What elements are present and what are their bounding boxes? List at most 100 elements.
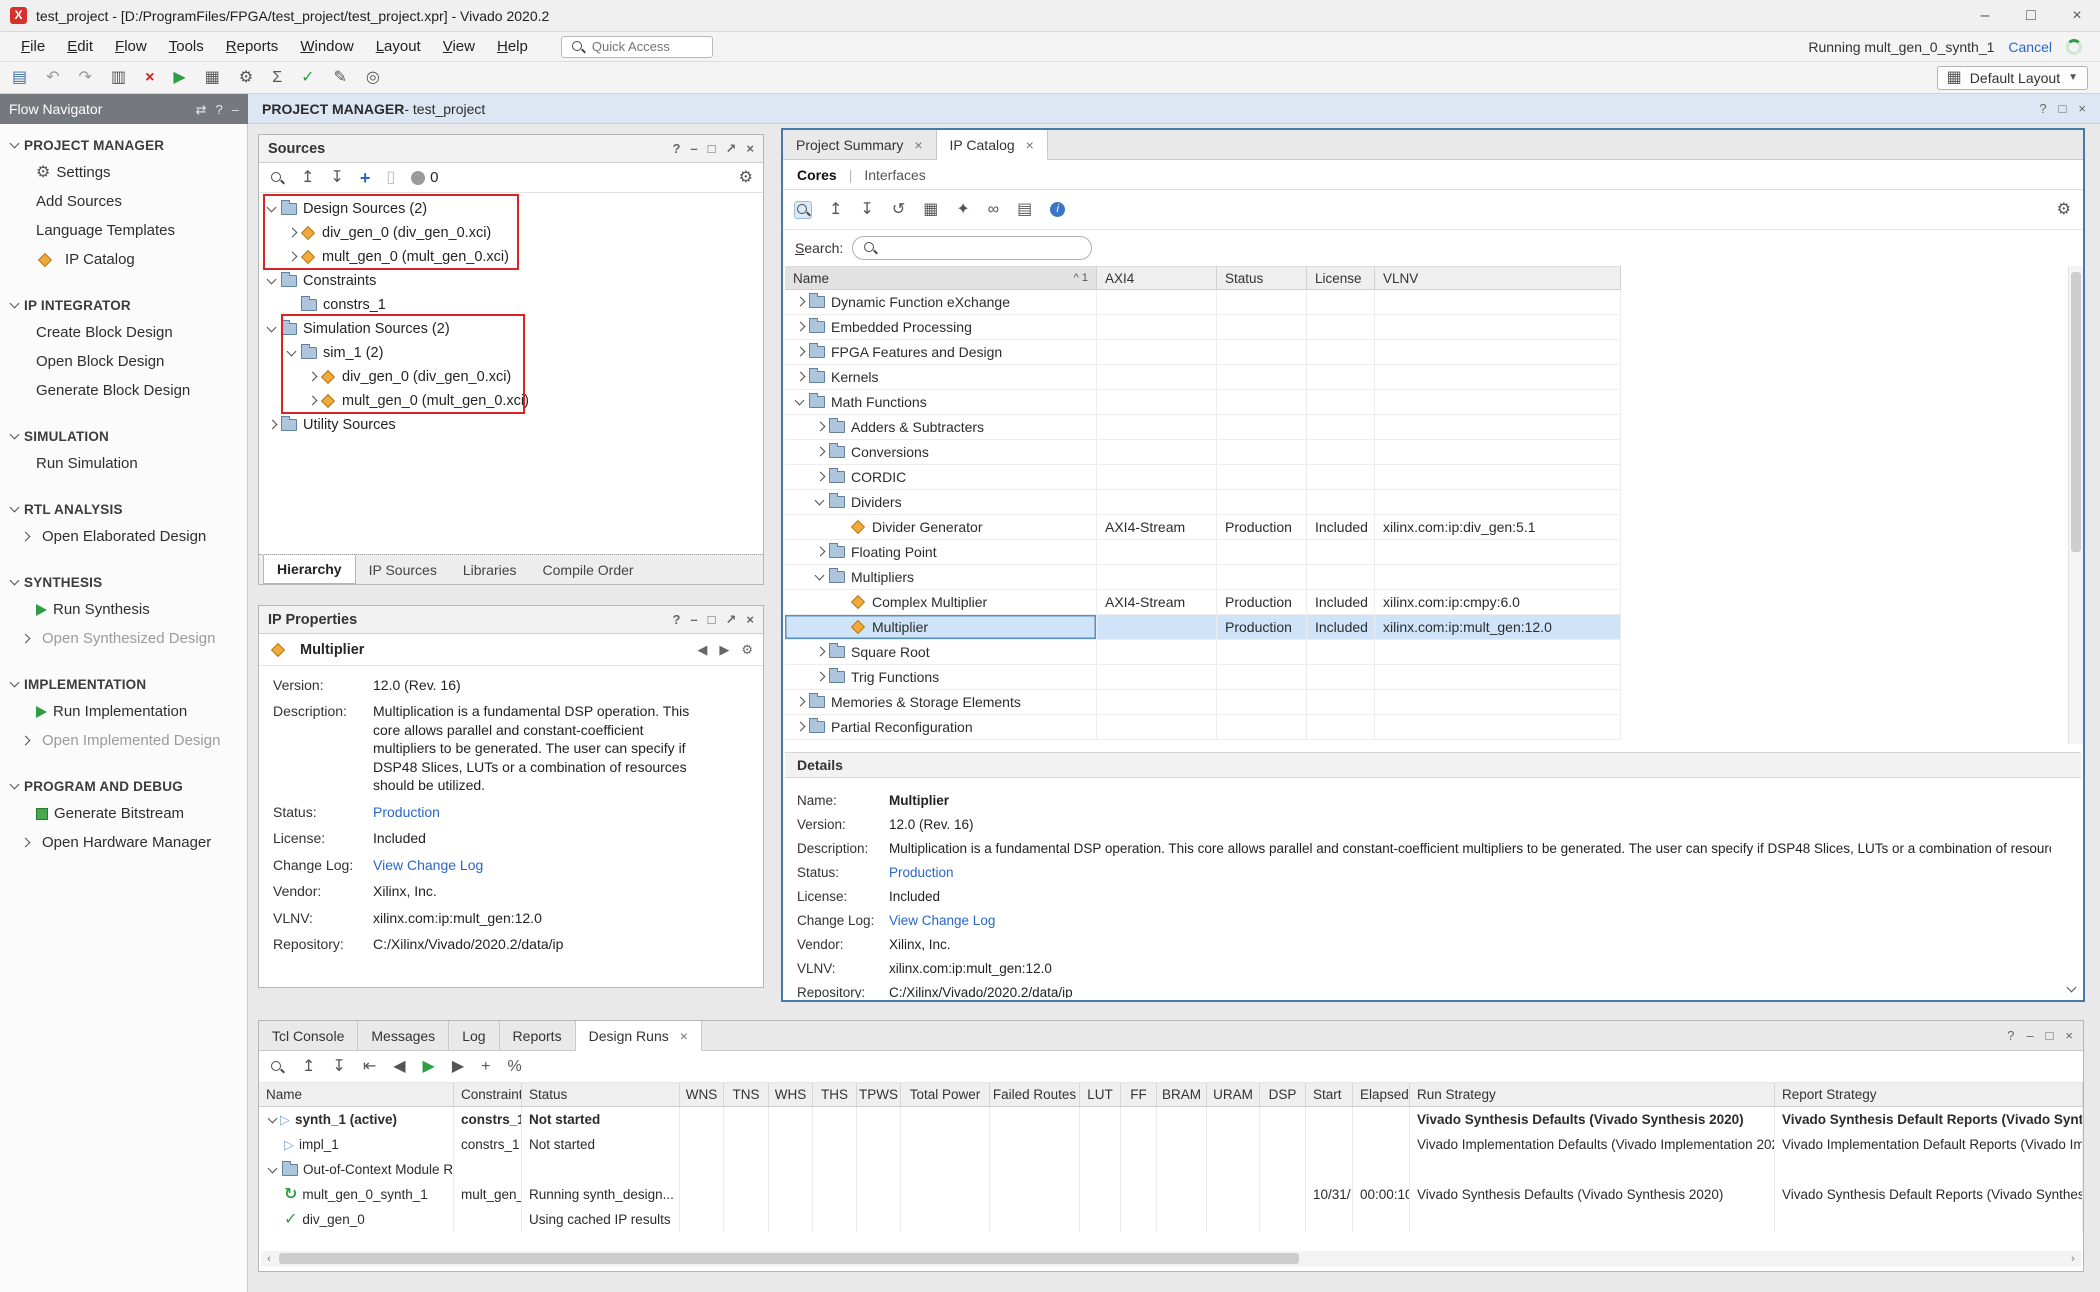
column-header-bram[interactable]: BRAM: [1157, 1083, 1207, 1106]
ip-catalog-row[interactable]: Partial Reconfiguration: [785, 715, 1621, 740]
chevron-right-icon[interactable]: [793, 320, 807, 334]
chevron-right-icon[interactable]: [813, 445, 827, 459]
source-tree-item[interactable]: Design Sources(2): [259, 197, 763, 221]
prev-icon[interactable]: ◀: [393, 1059, 405, 1075]
add-icon[interactable]: +: [360, 169, 371, 187]
chevron-right-icon[interactable]: [18, 836, 32, 850]
run-icon[interactable]: ▶: [423, 1059, 435, 1075]
chevron-down-icon[interactable]: [266, 1113, 280, 1127]
column-header-wns[interactable]: WNS: [680, 1083, 724, 1106]
layout-selector[interactable]: ▦ Default Layout ▼: [1937, 66, 2088, 90]
ip-catalog-row[interactable]: Trig Functions: [785, 665, 1621, 690]
column-header-ths[interactable]: THS: [813, 1083, 857, 1106]
ip-catalog-row[interactable]: Adders & Subtracters: [785, 415, 1621, 440]
collapse-all-icon[interactable]: ↥: [829, 202, 842, 218]
chevron-right-icon[interactable]: [305, 394, 319, 408]
tab-compile-order[interactable]: Compile Order: [530, 555, 647, 584]
search-icon[interactable]: [269, 1059, 285, 1075]
chevron-down-icon[interactable]: [8, 502, 22, 516]
close-button[interactable]: ×: [2054, 0, 2100, 31]
chevron-down-icon[interactable]: [265, 202, 279, 216]
flownav-item-language-templates[interactable]: Language Templates: [0, 216, 247, 245]
column-header-tns[interactable]: TNS: [724, 1083, 769, 1106]
detail-value[interactable]: Production: [889, 865, 954, 880]
close-icon[interactable]: ×: [1026, 137, 1034, 153]
quick-access-input[interactable]: [592, 39, 702, 54]
tab-ip-sources[interactable]: IP Sources: [356, 555, 450, 584]
chevron-right-icon[interactable]: [813, 545, 827, 559]
ip-catalog-row[interactable]: Divider GeneratorAXI4-StreamProductionIn…: [785, 515, 1621, 540]
column-header-start[interactable]: Start: [1306, 1083, 1353, 1106]
menu-layout[interactable]: Layout: [365, 34, 432, 59]
chevron-right-icon[interactable]: [285, 226, 299, 240]
ip-catalog-row[interactable]: Complex MultiplierAXI4-StreamProductionI…: [785, 590, 1621, 615]
collapse-all-icon[interactable]: ↥: [301, 170, 314, 186]
menu-view[interactable]: View: [432, 34, 486, 59]
column-header-license[interactable]: License: [1307, 267, 1375, 289]
flownav-item-settings[interactable]: ⚙Settings: [0, 158, 247, 187]
menu-edit[interactable]: Edit: [56, 34, 104, 59]
tab-libraries[interactable]: Libraries: [450, 555, 530, 584]
help-icon[interactable]: ?: [672, 613, 680, 626]
chevron-down-icon[interactable]: [265, 274, 279, 288]
flownav-item-open-block-design[interactable]: Open Block Design: [0, 347, 247, 376]
menu-flow[interactable]: Flow: [104, 34, 158, 59]
chevron-down-icon[interactable]: [266, 1163, 280, 1177]
scroll-left-icon[interactable]: ‹: [261, 1253, 277, 1265]
minimize-icon[interactable]: –: [690, 142, 697, 155]
source-tree-item[interactable]: sim_1(2): [259, 341, 763, 365]
design-run-row[interactable]: Out-of-Context Module Runs: [259, 1157, 2083, 1182]
save-icon[interactable]: ▤: [12, 70, 27, 86]
flownav-item-run-synthesis[interactable]: Run Synthesis: [0, 595, 247, 624]
flownav-item-generate-bitstream[interactable]: Generate Bitstream: [0, 799, 247, 828]
run-icon[interactable]: ▶: [173, 70, 185, 86]
link-icon[interactable]: ∞: [988, 202, 999, 218]
source-tree-item[interactable]: Utility Sources: [259, 413, 763, 437]
chevron-right-icon[interactable]: [793, 720, 807, 734]
menu-reports[interactable]: Reports: [215, 34, 290, 59]
source-tree-item[interactable]: mult_gen_0(mult_gen_0.xci): [259, 389, 763, 413]
ip-catalog-row[interactable]: Floating Point: [785, 540, 1621, 565]
flownav-item-ip-catalog[interactable]: IP Catalog: [0, 245, 247, 274]
tab-project-summary[interactable]: Project Summary×: [783, 130, 937, 159]
source-tree-item[interactable]: div_gen_0(div_gen_0.xci): [259, 221, 763, 245]
tab-messages[interactable]: Messages: [358, 1021, 449, 1050]
expand-all-icon[interactable]: ↧: [860, 202, 873, 218]
column-header-status[interactable]: Status: [1217, 267, 1307, 289]
flownav-item-run-implementation[interactable]: Run Implementation: [0, 697, 247, 726]
flownav-section-header[interactable]: SYNTHESIS: [0, 569, 247, 595]
first-icon[interactable]: ⇤: [363, 1059, 376, 1075]
cancel-run-icon[interactable]: ×: [145, 70, 154, 86]
flownav-section-header[interactable]: RTL ANALYSIS: [0, 496, 247, 522]
help-icon[interactable]: ?: [2007, 1029, 2014, 1042]
tab-reports[interactable]: Reports: [500, 1021, 576, 1050]
catalog-search-input[interactable]: [852, 236, 1092, 260]
subtab-interfaces[interactable]: Interfaces: [864, 167, 925, 183]
expand-all-icon[interactable]: ↧: [332, 1059, 345, 1075]
flownav-section-header[interactable]: IP INTEGRATOR: [0, 292, 247, 318]
ip-catalog-row[interactable]: Memories & Storage Elements: [785, 690, 1621, 715]
chevron-right-icon[interactable]: [18, 632, 32, 646]
minimize-icon[interactable]: –: [232, 103, 239, 116]
chevron-down-icon[interactable]: [8, 429, 22, 443]
chevron-right-icon[interactable]: [793, 295, 807, 309]
flownav-item-open-hardware-manager[interactable]: Open Hardware Manager: [0, 828, 247, 857]
property-value[interactable]: View Change Log: [373, 856, 483, 874]
flownav-item-add-sources[interactable]: Add Sources: [0, 187, 247, 216]
column-header-vlnv[interactable]: VLNV: [1375, 267, 1621, 289]
minimize-button[interactable]: –: [1962, 0, 2008, 31]
chevron-right-icon[interactable]: [793, 345, 807, 359]
design-run-row[interactable]: ▷impl_1constrs_1Not startedVivado Implem…: [259, 1132, 2083, 1157]
chevron-right-icon[interactable]: [285, 250, 299, 264]
gear-icon[interactable]: ⚙: [2057, 202, 2071, 218]
menu-help[interactable]: Help: [486, 34, 539, 59]
close-icon[interactable]: ×: [746, 613, 754, 626]
chevron-down-icon[interactable]: [8, 298, 22, 312]
collapse-all-icon[interactable]: ↥: [302, 1059, 315, 1075]
close-icon[interactable]: ×: [914, 137, 922, 153]
flownav-section-header[interactable]: SIMULATION: [0, 423, 247, 449]
column-header-uram[interactable]: URAM: [1207, 1083, 1260, 1106]
design-run-row[interactable]: ▷synth_1 (active)constrs_1Not startedViv…: [259, 1107, 2083, 1132]
copy-icon[interactable]: ▥: [111, 70, 126, 86]
maximize-icon[interactable]: □: [708, 613, 716, 626]
